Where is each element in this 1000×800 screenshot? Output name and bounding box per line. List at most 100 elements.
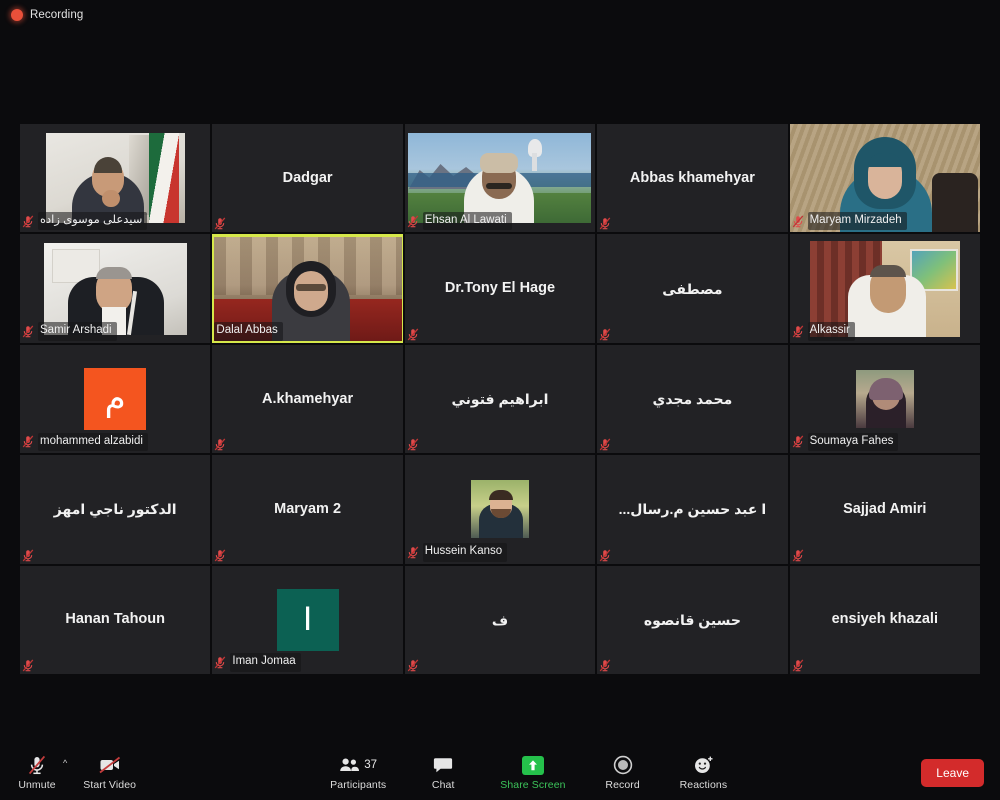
start-video-button[interactable]: Start Video <box>83 754 136 791</box>
participant-tile[interactable]: Dadgar <box>212 124 403 233</box>
share-screen-label: Share Screen <box>500 779 566 791</box>
start-video-label: Start Video <box>83 779 137 791</box>
tile-footer: Hussein Kanso <box>407 543 508 562</box>
avatar <box>855 369 914 428</box>
participant-tile[interactable]: ابراهيم فتوني <box>404 344 596 454</box>
video-layer <box>295 283 326 291</box>
zoom-meeting-window: Recording سیدعلی موسوی زاده Dadgar Ehsan A… <box>0 0 1000 800</box>
participant-tile[interactable]: ف <box>404 565 596 674</box>
mic-muted-icon <box>792 549 803 561</box>
video-layer <box>867 153 902 168</box>
tile-footer <box>407 328 419 341</box>
video-layer <box>293 270 328 311</box>
mic-muted-icon <box>22 325 34 338</box>
mic-muted-icon <box>407 659 419 672</box>
tile-footer <box>214 217 226 230</box>
tile-footer <box>214 549 226 562</box>
participant-name: Dadgar <box>282 169 333 186</box>
participant-name: ف <box>491 611 509 628</box>
mic-muted-icon <box>599 659 611 672</box>
tile-footer: mohammed alzabidi <box>22 432 148 452</box>
chat-icon <box>433 754 453 776</box>
participant-tile[interactable]: حسين قانصوه <box>597 565 788 674</box>
mic-muted-icon <box>792 325 803 338</box>
reactions-button[interactable]: Reactions <box>680 754 728 791</box>
participants-button[interactable]: 37 Participants <box>330 754 386 791</box>
participant-tile[interactable]: Maryam 2 <box>212 455 403 564</box>
tile-footer <box>407 659 419 672</box>
participant-name: Ehsan Al Lawati <box>422 211 512 231</box>
mic-muted-icon <box>599 549 611 561</box>
participant-tile[interactable]: Sajjad Amiri <box>789 455 980 564</box>
participant-tile[interactable]: Maryam Mirzadeh <box>789 124 980 233</box>
mic-muted-icon <box>599 217 611 230</box>
audio-options-chevron-up-icon[interactable]: ^ <box>63 758 67 768</box>
participant-name: Alkassir <box>807 322 855 341</box>
participant-tile[interactable]: Ehsan Al Lawati <box>404 124 596 233</box>
video-layer <box>95 266 132 279</box>
chat-button[interactable]: Chat <box>420 754 466 791</box>
video-layer <box>532 153 538 172</box>
participant-tile[interactable]: ensiyeh khazali <box>789 565 980 674</box>
tile-footer <box>599 659 611 672</box>
participant-name: Iman Jomaa <box>230 653 301 672</box>
tile-footer: Ehsan Al Lawati <box>407 211 512 231</box>
avatar-layer <box>488 490 513 501</box>
mic-muted-icon <box>27 754 47 776</box>
tile-footer: سیدعلی موسوی زاده <box>22 211 148 231</box>
participant-gallery-grid: سیدعلی موسوی زاده Dadgar Ehsan Al Lawati Ab… <box>20 124 980 674</box>
participant-tile[interactable]: Hanan Tahoun <box>20 565 211 674</box>
participant-tile[interactable]: محمد مجدي <box>597 344 788 454</box>
participant-tile[interactable]: ا عبد حسين م.رسال... <box>597 455 788 564</box>
meeting-toolbar: Unmute ^ Start Video 37 Participants Cha… <box>0 745 1000 800</box>
participant-name: Dalal Abbas <box>214 322 283 341</box>
video-layer <box>869 264 906 277</box>
participant-tile[interactable]: I Iman Jomaa <box>212 565 403 674</box>
mic-muted-icon <box>407 546 419 559</box>
mic-muted-icon <box>215 217 226 230</box>
tile-footer <box>599 328 611 341</box>
participant-tile[interactable]: Samir Arshadi <box>20 234 211 343</box>
video-layer <box>101 190 120 208</box>
participant-name: ابراهيم فتوني <box>451 390 549 407</box>
tile-footer <box>214 438 226 451</box>
participant-tile[interactable]: مصطفى <box>597 234 788 343</box>
video-layer <box>480 153 519 174</box>
recording-dot-icon <box>11 9 23 21</box>
mic-muted-icon <box>22 659 34 672</box>
participant-tile[interactable]: Alkassir <box>789 234 980 343</box>
participant-name: Hanan Tahoun <box>65 611 165 628</box>
record-label: Record <box>605 779 640 791</box>
mic-muted-icon <box>792 659 803 672</box>
share-screen-button[interactable]: Share Screen <box>500 754 566 791</box>
avatar: م <box>84 367 147 430</box>
video-off-icon <box>98 754 122 776</box>
record-icon <box>613 754 633 776</box>
participants-icon: 37 <box>339 754 377 776</box>
participant-tile[interactable]: Abbas khamehyar <box>597 124 788 233</box>
participant-tile[interactable]: Hussein Kanso <box>404 455 596 564</box>
tile-footer: Samir Arshadi <box>22 322 117 341</box>
participant-name: ا عبد حسين م.رسال... <box>618 501 767 518</box>
participant-tile[interactable]: Dalal Abbas <box>212 234 403 343</box>
mic-muted-icon <box>22 435 34 448</box>
participant-tile[interactable]: سیدعلی موسوی زاده <box>20 124 211 233</box>
participant-tile[interactable]: م mohammed alzabidi <box>20 344 211 454</box>
record-button[interactable]: Record <box>600 754 646 791</box>
participant-name: سیدعلی موسوی زاده <box>38 211 148 231</box>
participant-tile[interactable]: Soumaya Fahes <box>789 344 980 454</box>
participant-name: Abbas khamehyar <box>629 169 755 186</box>
tile-footer: Dalal Abbas <box>214 322 283 341</box>
participant-tile[interactable]: Dr.Tony El Hage <box>404 234 596 343</box>
tile-footer <box>22 659 34 672</box>
mic-muted-icon <box>22 215 34 227</box>
participant-tile[interactable]: A.khamehyar <box>212 344 403 454</box>
tile-footer: Soumaya Fahes <box>792 432 899 452</box>
mic-muted-icon <box>215 656 226 669</box>
unmute-label: Unmute <box>18 779 56 791</box>
participant-tile[interactable]: الدكتور ناجي امهز <box>20 455 211 564</box>
unmute-button[interactable]: Unmute <box>14 754 60 791</box>
video-layer <box>486 183 513 190</box>
leave-button[interactable]: Leave <box>921 758 984 787</box>
tile-footer <box>792 549 804 562</box>
